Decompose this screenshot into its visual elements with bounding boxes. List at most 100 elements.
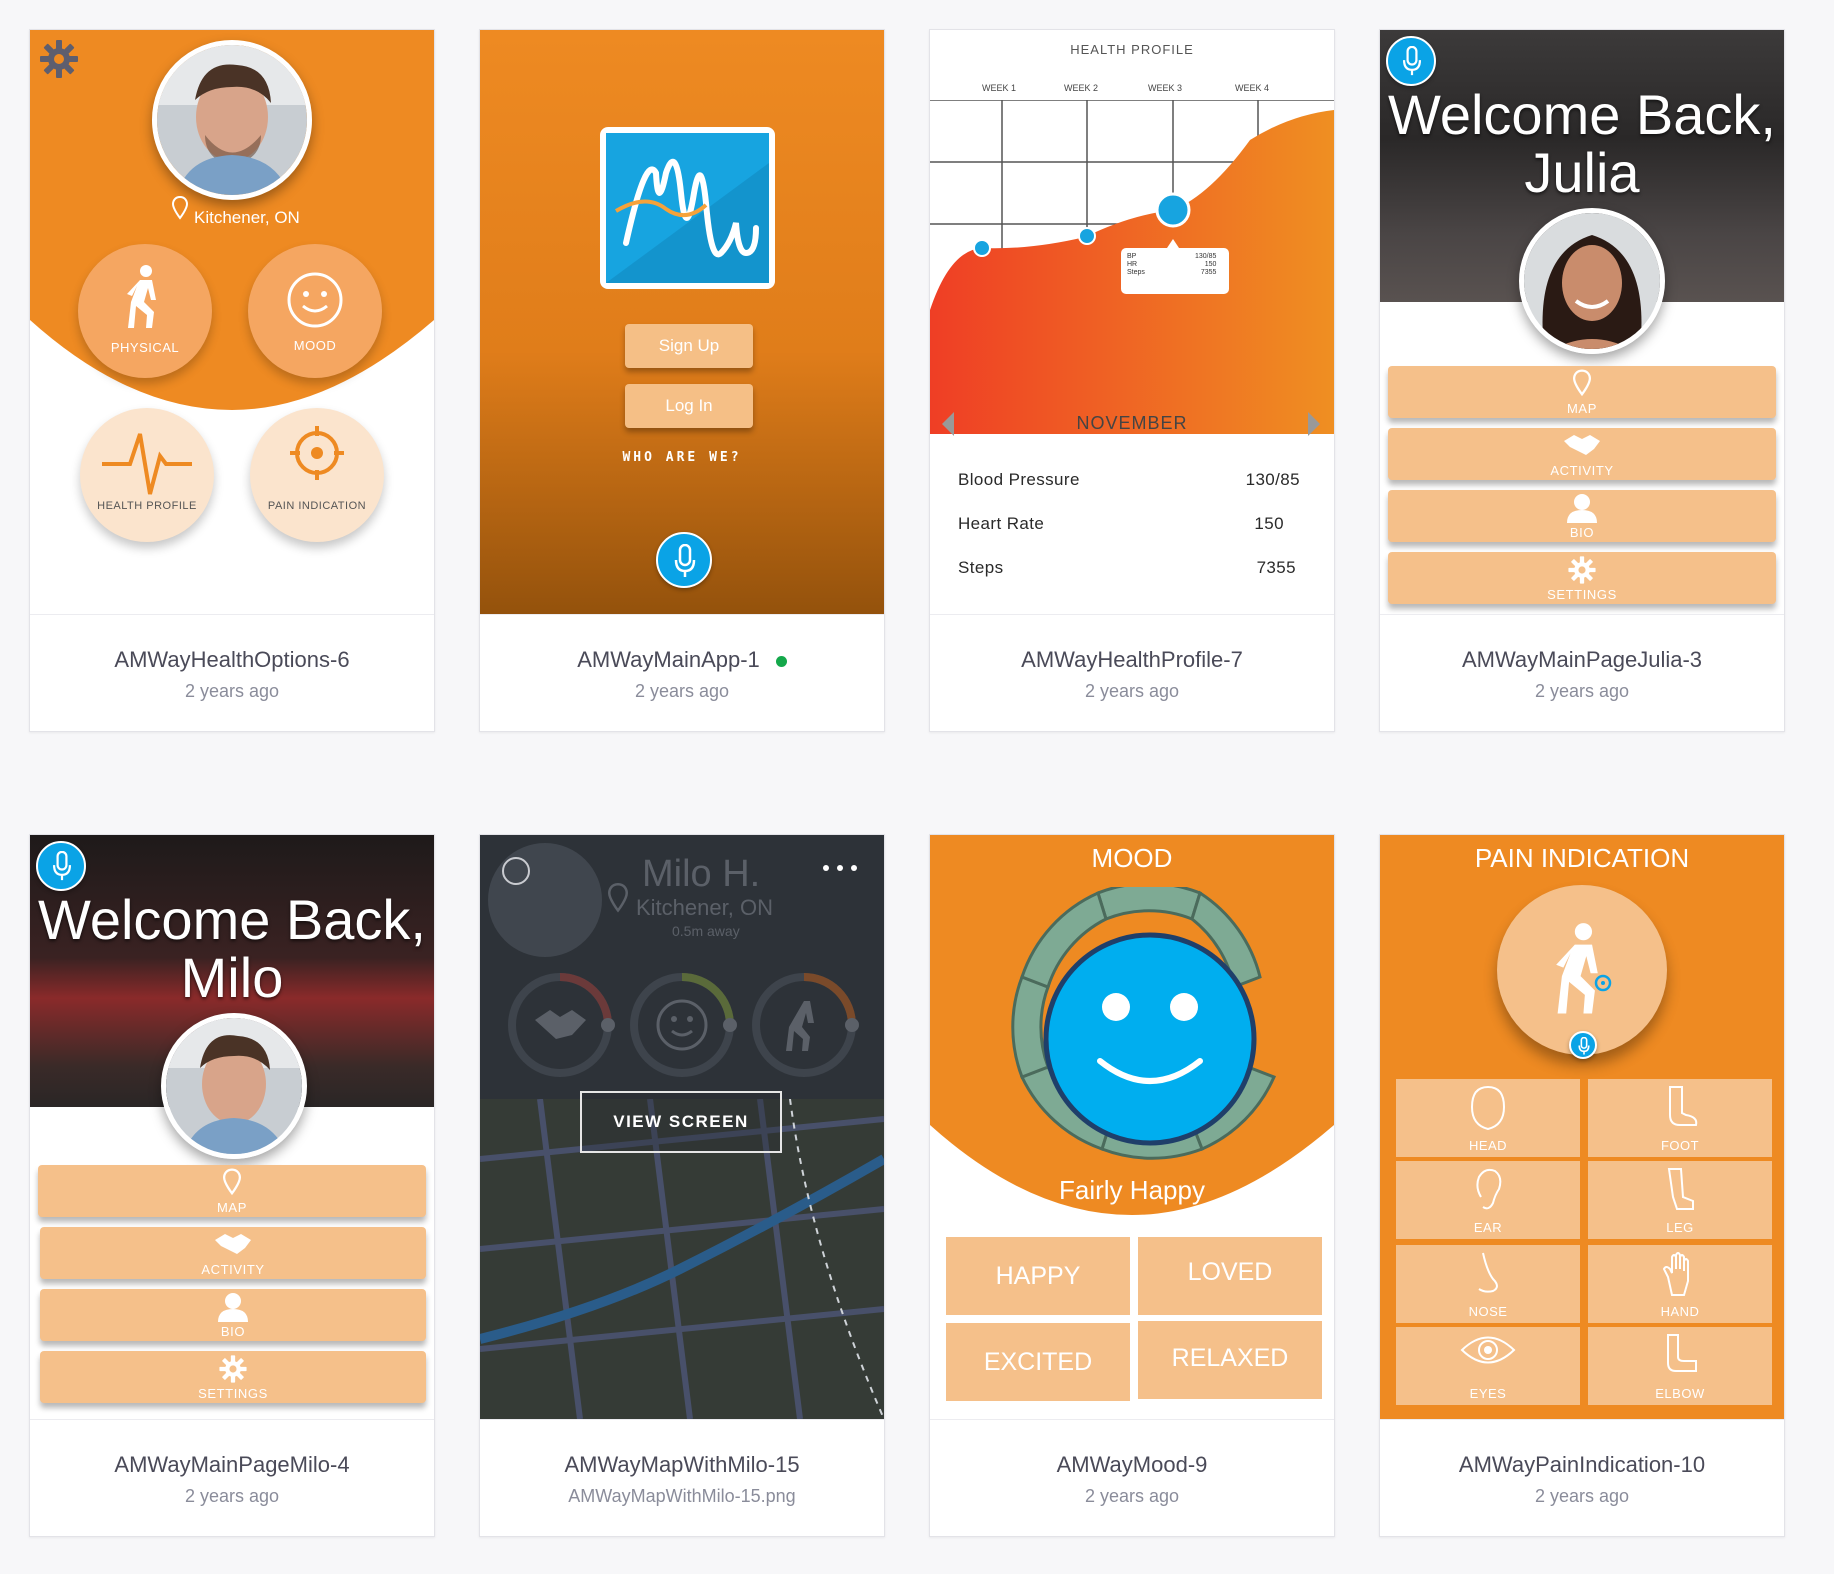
health-profile-option[interactable]: HEALTH PROFILE	[80, 408, 214, 542]
eye-icon	[1460, 1336, 1516, 1364]
card-timestamp: 2 years ago	[1084, 681, 1180, 701]
nose-icon	[1478, 1252, 1498, 1293]
location-pin-icon	[223, 1168, 241, 1196]
card-title[interactable]: AMWayMainApp-1	[480, 647, 884, 673]
pain-part-hand[interactable]: HAND	[1588, 1245, 1772, 1323]
stat-value: 150	[1254, 514, 1284, 533]
who-are-we-link[interactable]: WHO ARE WE?	[480, 450, 884, 465]
tooltip-labels: BP HR Steps	[1127, 253, 1145, 276]
body-selector[interactable]	[1497, 885, 1667, 1055]
activity-menu-button[interactable]: ACTIVITY	[1388, 428, 1776, 480]
card-title[interactable]: AMWayHealthProfile-7	[930, 647, 1334, 673]
thumbnail: PAIN INDICATION HEAD FOOT EAR LEG NOSE H…	[1380, 835, 1784, 1419]
chart-title: HEALTH PROFILE	[1070, 42, 1194, 57]
activity-ring	[508, 973, 615, 1077]
card-title-text: AMWayMainApp-1	[577, 647, 760, 672]
welcome-name: Milo	[180, 946, 284, 1009]
settings-menu-button[interactable]: SETTINGS	[1388, 552, 1776, 604]
part-label: HEAD	[1468, 1138, 1508, 1153]
option-label: HEALTH PROFILE	[97, 500, 197, 512]
microphone-button[interactable]	[1386, 36, 1436, 86]
bio-menu-button[interactable]: BIO	[40, 1289, 426, 1341]
part-label: LEG	[1666, 1220, 1694, 1235]
activity-menu-button[interactable]: ACTIVITY	[40, 1227, 426, 1279]
microphone-button[interactable]	[1569, 1031, 1597, 1059]
welcome-heading: Welcome Back, Julia	[1380, 86, 1784, 202]
online-status-dot	[775, 655, 787, 667]
card-title[interactable]: AMWayHealthOptions-6	[30, 647, 434, 673]
handshake-icon	[215, 1234, 251, 1254]
target-icon	[290, 426, 344, 480]
design-card-main-app[interactable]: Sign Up Log In WHO ARE WE? AMWayMainApp-…	[479, 29, 885, 732]
mood-option-excited[interactable]: EXCITED	[946, 1323, 1130, 1401]
design-card-mood[interactable]: MOOD Fairly Happy HAPPY LOVED EXCITED RE…	[929, 834, 1335, 1537]
pain-part-ear[interactable]: EAR	[1396, 1161, 1580, 1239]
log-in-button[interactable]: Log In	[625, 384, 753, 428]
map-menu-button[interactable]: MAP	[1388, 366, 1776, 418]
card-info: AMWayMapWithMilo-15 AMWayMapWithMilo-15.…	[480, 1419, 884, 1537]
settings-menu-button[interactable]: SETTINGS	[40, 1351, 426, 1403]
contact-name: Milo H.	[642, 853, 761, 895]
week-label: WEEK 2	[1064, 83, 1099, 93]
design-card-pain-indication[interactable]: PAIN INDICATION HEAD FOOT EAR LEG NOSE H…	[1379, 834, 1785, 1537]
gear-icon	[219, 1355, 247, 1383]
card-info: AMWayHealthOptions-6 2 years ago	[30, 614, 434, 732]
pain-part-foot[interactable]: FOOT	[1588, 1079, 1772, 1157]
select-circle-icon[interactable]	[502, 857, 530, 885]
microphone-button[interactable]	[656, 532, 712, 588]
welcome-line: Welcome Back,	[1388, 83, 1776, 146]
design-card-main-page-milo[interactable]: Welcome Back, Milo MAP ACTIVITY BIO SETTI…	[29, 834, 435, 1537]
location-label: Kitchener, ON	[194, 208, 300, 227]
mood-option[interactable]: MOOD	[248, 244, 382, 378]
option-label: PAIN INDICATION	[267, 500, 367, 512]
stat-label: Heart Rate	[958, 514, 1045, 533]
pain-indication-option[interactable]: PAIN INDICATION	[250, 408, 384, 542]
mood-wheel[interactable]	[992, 887, 1288, 1171]
stat-value: 7355	[1256, 558, 1296, 577]
sign-up-button[interactable]: Sign Up	[625, 324, 753, 368]
design-card-health-options[interactable]: Kitchener, ON PHYSICAL MOOD HEALTH PROFI…	[29, 29, 435, 732]
pain-part-nose[interactable]: NOSE	[1396, 1245, 1580, 1323]
card-title[interactable]: AMWayMainPageJulia-3	[1380, 647, 1784, 673]
card-title[interactable]: AMWayMapWithMilo-15	[480, 1452, 884, 1478]
microphone-icon	[1402, 46, 1422, 76]
pain-part-head[interactable]: HEAD	[1396, 1079, 1580, 1157]
thumbnail: MOOD Fairly Happy HAPPY LOVED EXCITED RE…	[930, 835, 1334, 1419]
head-icon	[1470, 1085, 1506, 1131]
card-title[interactable]: AMWayPainIndication-10	[1380, 1452, 1784, 1478]
design-card-map-with-milo[interactable]: Milo H. Kitchener, ON 0.5m away VIEW SCR…	[479, 834, 885, 1537]
card-title[interactable]: AMWayMainPageMilo-4	[30, 1452, 434, 1478]
person-icon	[1567, 494, 1597, 523]
part-label: ELBOW	[1655, 1386, 1705, 1401]
person-icon	[218, 1293, 248, 1322]
design-card-main-page-julia[interactable]: Welcome Back, Julia MAP ACTIVITY BIO SETT…	[1379, 29, 1785, 732]
gear-icon[interactable]	[38, 38, 80, 80]
leg-icon	[1667, 1168, 1694, 1210]
card-title[interactable]: AMWayMood-9	[930, 1452, 1334, 1478]
pain-part-eyes[interactable]: EYES	[1396, 1327, 1580, 1405]
walking-person-icon	[127, 265, 156, 328]
more-options-icon[interactable]	[822, 863, 858, 873]
walking-person-icon	[1556, 923, 1598, 1014]
bio-menu-button[interactable]: BIO	[1388, 490, 1776, 542]
avatar	[488, 843, 602, 957]
mood-option-relaxed[interactable]: RELAXED	[1138, 1321, 1322, 1399]
stat-label: Blood Pressure	[958, 470, 1080, 489]
menu-label: SETTINGS	[198, 1386, 268, 1401]
card-timestamp: 2 years ago	[1534, 1486, 1630, 1506]
location-pin-icon	[172, 196, 188, 220]
welcome-name: Julia	[1524, 141, 1640, 204]
mood-option-happy[interactable]: HAPPY	[946, 1237, 1130, 1315]
physical-option[interactable]: PHYSICAL	[78, 244, 212, 378]
menu-label: BIO	[220, 1324, 246, 1339]
view-screen-button[interactable]: VIEW SCREEN	[580, 1091, 782, 1153]
pain-part-leg[interactable]: LEG	[1588, 1161, 1772, 1239]
contact-location: Kitchener, ON	[636, 895, 773, 920]
thumbnail: HEALTH PROFILE WEEK 1 WEEK 2 WEEK 3 WEEK…	[930, 30, 1334, 614]
smiley-icon	[287, 272, 343, 328]
map-menu-button[interactable]: MAP	[38, 1165, 426, 1217]
mood-option-loved[interactable]: LOVED	[1138, 1237, 1322, 1315]
microphone-button[interactable]	[36, 841, 86, 891]
design-card-health-profile[interactable]: HEALTH PROFILE WEEK 1 WEEK 2 WEEK 3 WEEK…	[929, 29, 1335, 732]
pain-part-elbow[interactable]: ELBOW	[1588, 1327, 1772, 1405]
